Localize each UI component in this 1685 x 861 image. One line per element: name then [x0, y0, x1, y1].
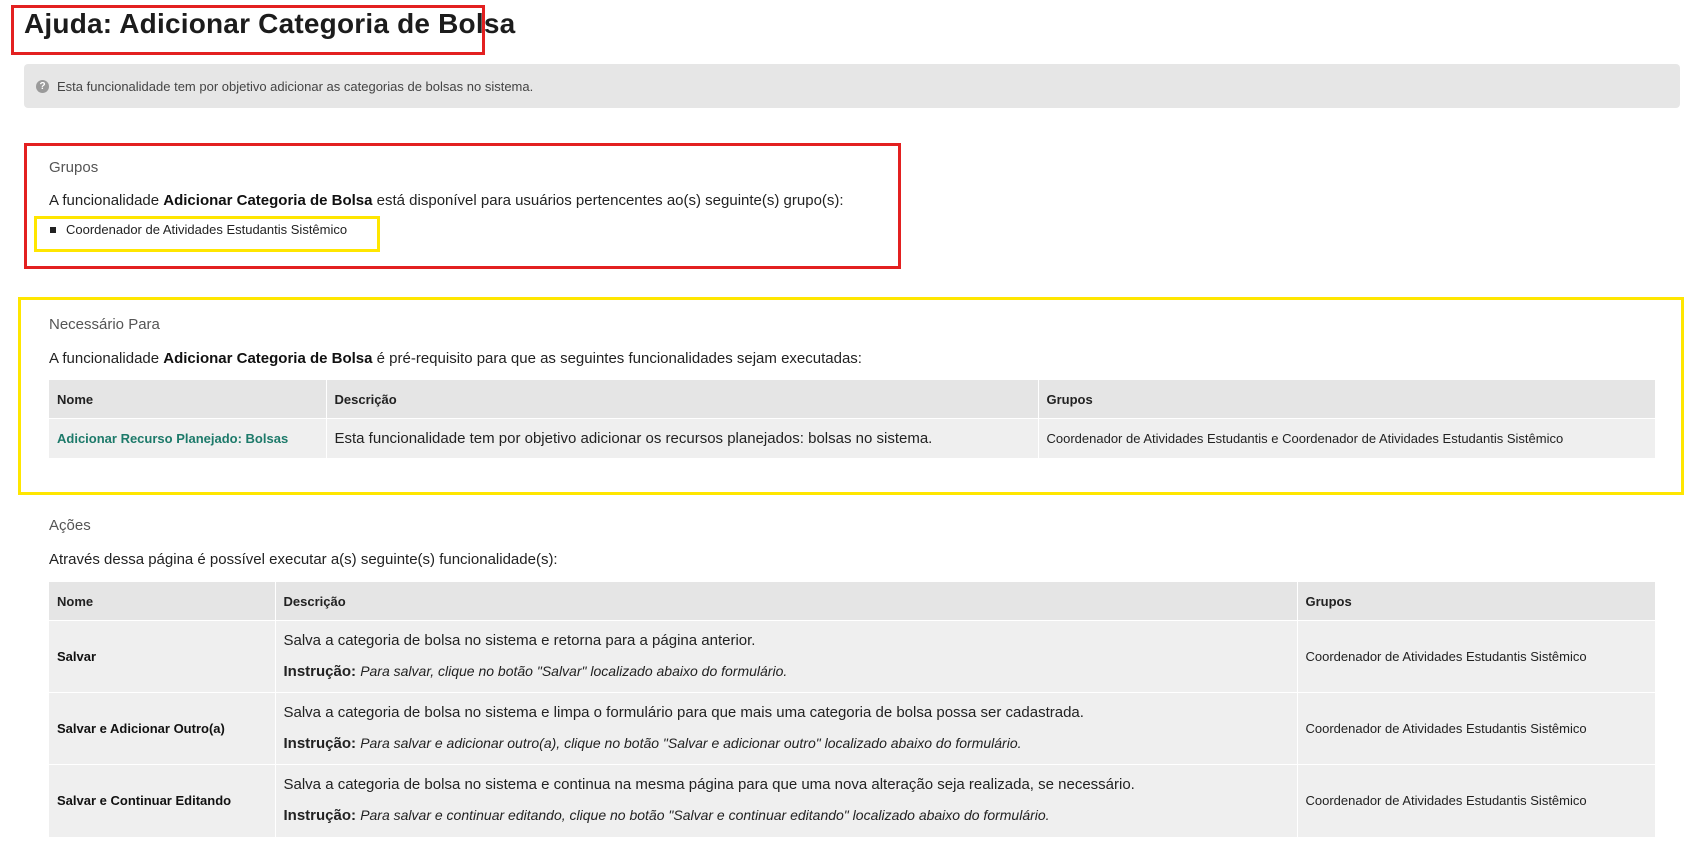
column-header-name: Nome [49, 582, 276, 621]
table-row: Adicionar Recurso Planejado: Bolsas Esta… [49, 418, 1656, 458]
table-row: Salvar e Adicionar Outro(a) Salva a cate… [49, 692, 1656, 765]
required-function-link[interactable]: Adicionar Recurso Planejado: Bolsas [49, 418, 327, 458]
action-description: Salva a categoria de bolsa no sistema e … [283, 632, 756, 649]
required-table: Nome Descrição Grupos Adicionar Recurso … [49, 380, 1656, 458]
column-header-groups: Grupos [1297, 582, 1656, 621]
column-header-groups: Grupos [1038, 380, 1656, 419]
table-header-row: Nome Descrição Grupos [49, 380, 1656, 419]
question-icon: ? [36, 79, 49, 93]
instruction-text: Para salvar e adicionar outro(a), clique… [360, 735, 1022, 751]
row-groups: Coordenador de Atividades Estudantis Sis… [1297, 692, 1656, 765]
row-description: Salva a categoria de bolsa no sistema e … [275, 764, 1298, 837]
info-box: ? Esta funcionalidade tem por objetivo a… [24, 64, 1680, 108]
action-name: Salvar [49, 620, 276, 693]
instruction-text: Para salvar, clique no botão "Salvar" lo… [360, 663, 788, 679]
action-instruction: Instrução: Para salvar e adicionar outro… [284, 733, 1289, 754]
action-instruction: Instrução: Para salvar, clique no botão … [284, 661, 1289, 682]
required-text-prefix: A funcionalidade [49, 350, 164, 367]
groups-text-suffix: está disponível para usuários pertencent… [372, 192, 844, 209]
instruction-label: Instrução: [283, 663, 357, 680]
column-header-description: Descrição [326, 380, 1039, 419]
actions-table: Nome Descrição Grupos Salvar Salva a cat… [49, 582, 1656, 837]
groups-text-prefix: A funcionalidade [49, 192, 164, 209]
row-description: Salva a categoria de bolsa no sistema e … [275, 692, 1298, 765]
required-section-text: A funcionalidade Adicionar Categoria de … [49, 350, 862, 367]
groups-section-title: Grupos [49, 159, 99, 176]
instruction-label: Instrução: [283, 735, 357, 752]
group-item-highlight-box [34, 216, 380, 252]
instruction-text: Para salvar e continuar editando, clique… [360, 807, 1050, 824]
table-row: Salvar Salva a categoria de bolsa no sis… [49, 620, 1656, 693]
column-header-description: Descrição [275, 582, 1298, 621]
info-text: Esta funcionalidade tem por objetivo adi… [57, 78, 534, 94]
groups-text-bold: Adicionar Categoria de Bolsa [163, 192, 373, 209]
required-text-suffix: é pré-requisito para que as seguintes fu… [372, 350, 862, 367]
action-name: Salvar e Adicionar Outro(a) [49, 692, 276, 765]
row-groups: Coordenador de Atividades Estudantis Sis… [1297, 764, 1656, 837]
column-header-name: Nome [49, 380, 327, 419]
required-section-title: Necessário Para [49, 316, 160, 333]
row-groups: Coordenador de Atividades Estudantis Sis… [1297, 620, 1656, 693]
row-groups: Coordenador de Atividades Estudantis e C… [1038, 418, 1656, 458]
action-description: Salva a categoria de bolsa no sistema e … [283, 776, 1135, 794]
required-text-bold: Adicionar Categoria de Bolsa [163, 350, 373, 367]
row-description: Salva a categoria de bolsa no sistema e … [275, 620, 1298, 693]
table-row: Salvar e Continuar Editando Salva a cate… [49, 764, 1656, 837]
title-highlight-box [11, 5, 485, 55]
row-description: Esta funcionalidade tem por objetivo adi… [326, 418, 1039, 458]
groups-section-text: A funcionalidade Adicionar Categoria de … [49, 192, 844, 209]
actions-section-title: Ações [49, 517, 91, 534]
actions-section-text: Através dessa página é possível executar… [49, 551, 558, 568]
instruction-label: Instrução: [283, 807, 357, 825]
table-header-row: Nome Descrição Grupos [49, 582, 1656, 621]
action-description: Salva a categoria de bolsa no sistema e … [283, 704, 1084, 721]
action-instruction: Instrução: Para salvar e continuar edita… [284, 805, 1289, 826]
action-name: Salvar e Continuar Editando [49, 764, 276, 837]
